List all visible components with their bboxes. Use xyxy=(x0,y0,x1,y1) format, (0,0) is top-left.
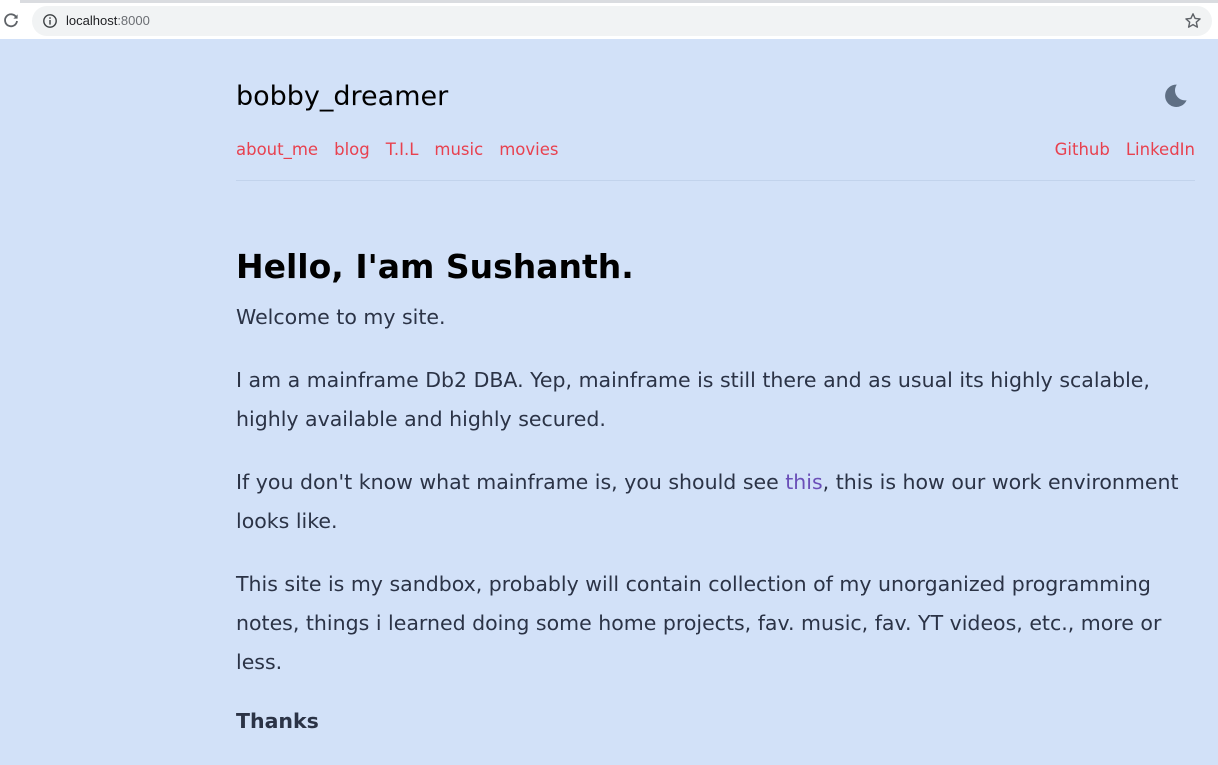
intro-heading: Hello, I'am Sushanth. xyxy=(236,247,634,286)
nav-link-blog[interactable]: blog xyxy=(334,139,370,161)
star-icon[interactable] xyxy=(1184,12,1202,30)
reload-icon[interactable] xyxy=(2,12,20,30)
mainframe-video-link[interactable]: this xyxy=(785,470,822,494)
github-link[interactable]: Github xyxy=(1055,139,1110,161)
intro-paragraph: I am a mainframe Db2 DBA. Yep, mainframe… xyxy=(236,368,1150,431)
browser-toolbar: localhost:8000 xyxy=(0,3,1218,39)
linkedin-link[interactable]: LinkedIn xyxy=(1126,139,1195,161)
social-nav: Github LinkedIn xyxy=(1039,139,1195,161)
moon-icon[interactable] xyxy=(1161,82,1189,110)
site-title[interactable]: bobby_dreamer xyxy=(236,79,448,115)
nav-link-music[interactable]: music xyxy=(434,139,483,161)
address-bar[interactable]: localhost:8000 xyxy=(32,6,1212,36)
primary-nav: about_me blog T.I.L music movies xyxy=(236,139,574,161)
nav-link-til[interactable]: T.I.L xyxy=(386,139,419,161)
info-icon[interactable] xyxy=(42,13,58,29)
url-text[interactable]: localhost:8000 xyxy=(66,13,150,29)
thanks-text: Thanks xyxy=(236,709,319,733)
url-host: localhost xyxy=(66,13,118,28)
main-content: Hello, I'am Sushanth. Welcome to my site… xyxy=(236,247,1196,736)
page: bobby_dreamer about_me blog T.I.L music … xyxy=(0,39,1218,765)
welcome-text: Welcome to my site. xyxy=(236,305,446,329)
url-port: :8000 xyxy=(117,13,150,28)
mainframe-text-before: If you don't know what mainframe is, you… xyxy=(236,470,786,494)
nav-link-about-me[interactable]: about_me xyxy=(236,139,318,161)
sandbox-paragraph: This site is my sandbox, probably will c… xyxy=(236,572,1162,674)
nav-link-movies[interactable]: movies xyxy=(499,139,558,161)
header-divider xyxy=(236,180,1195,181)
mainframe-paragraph: If you don't know what mainframe is, you… xyxy=(236,463,1196,541)
